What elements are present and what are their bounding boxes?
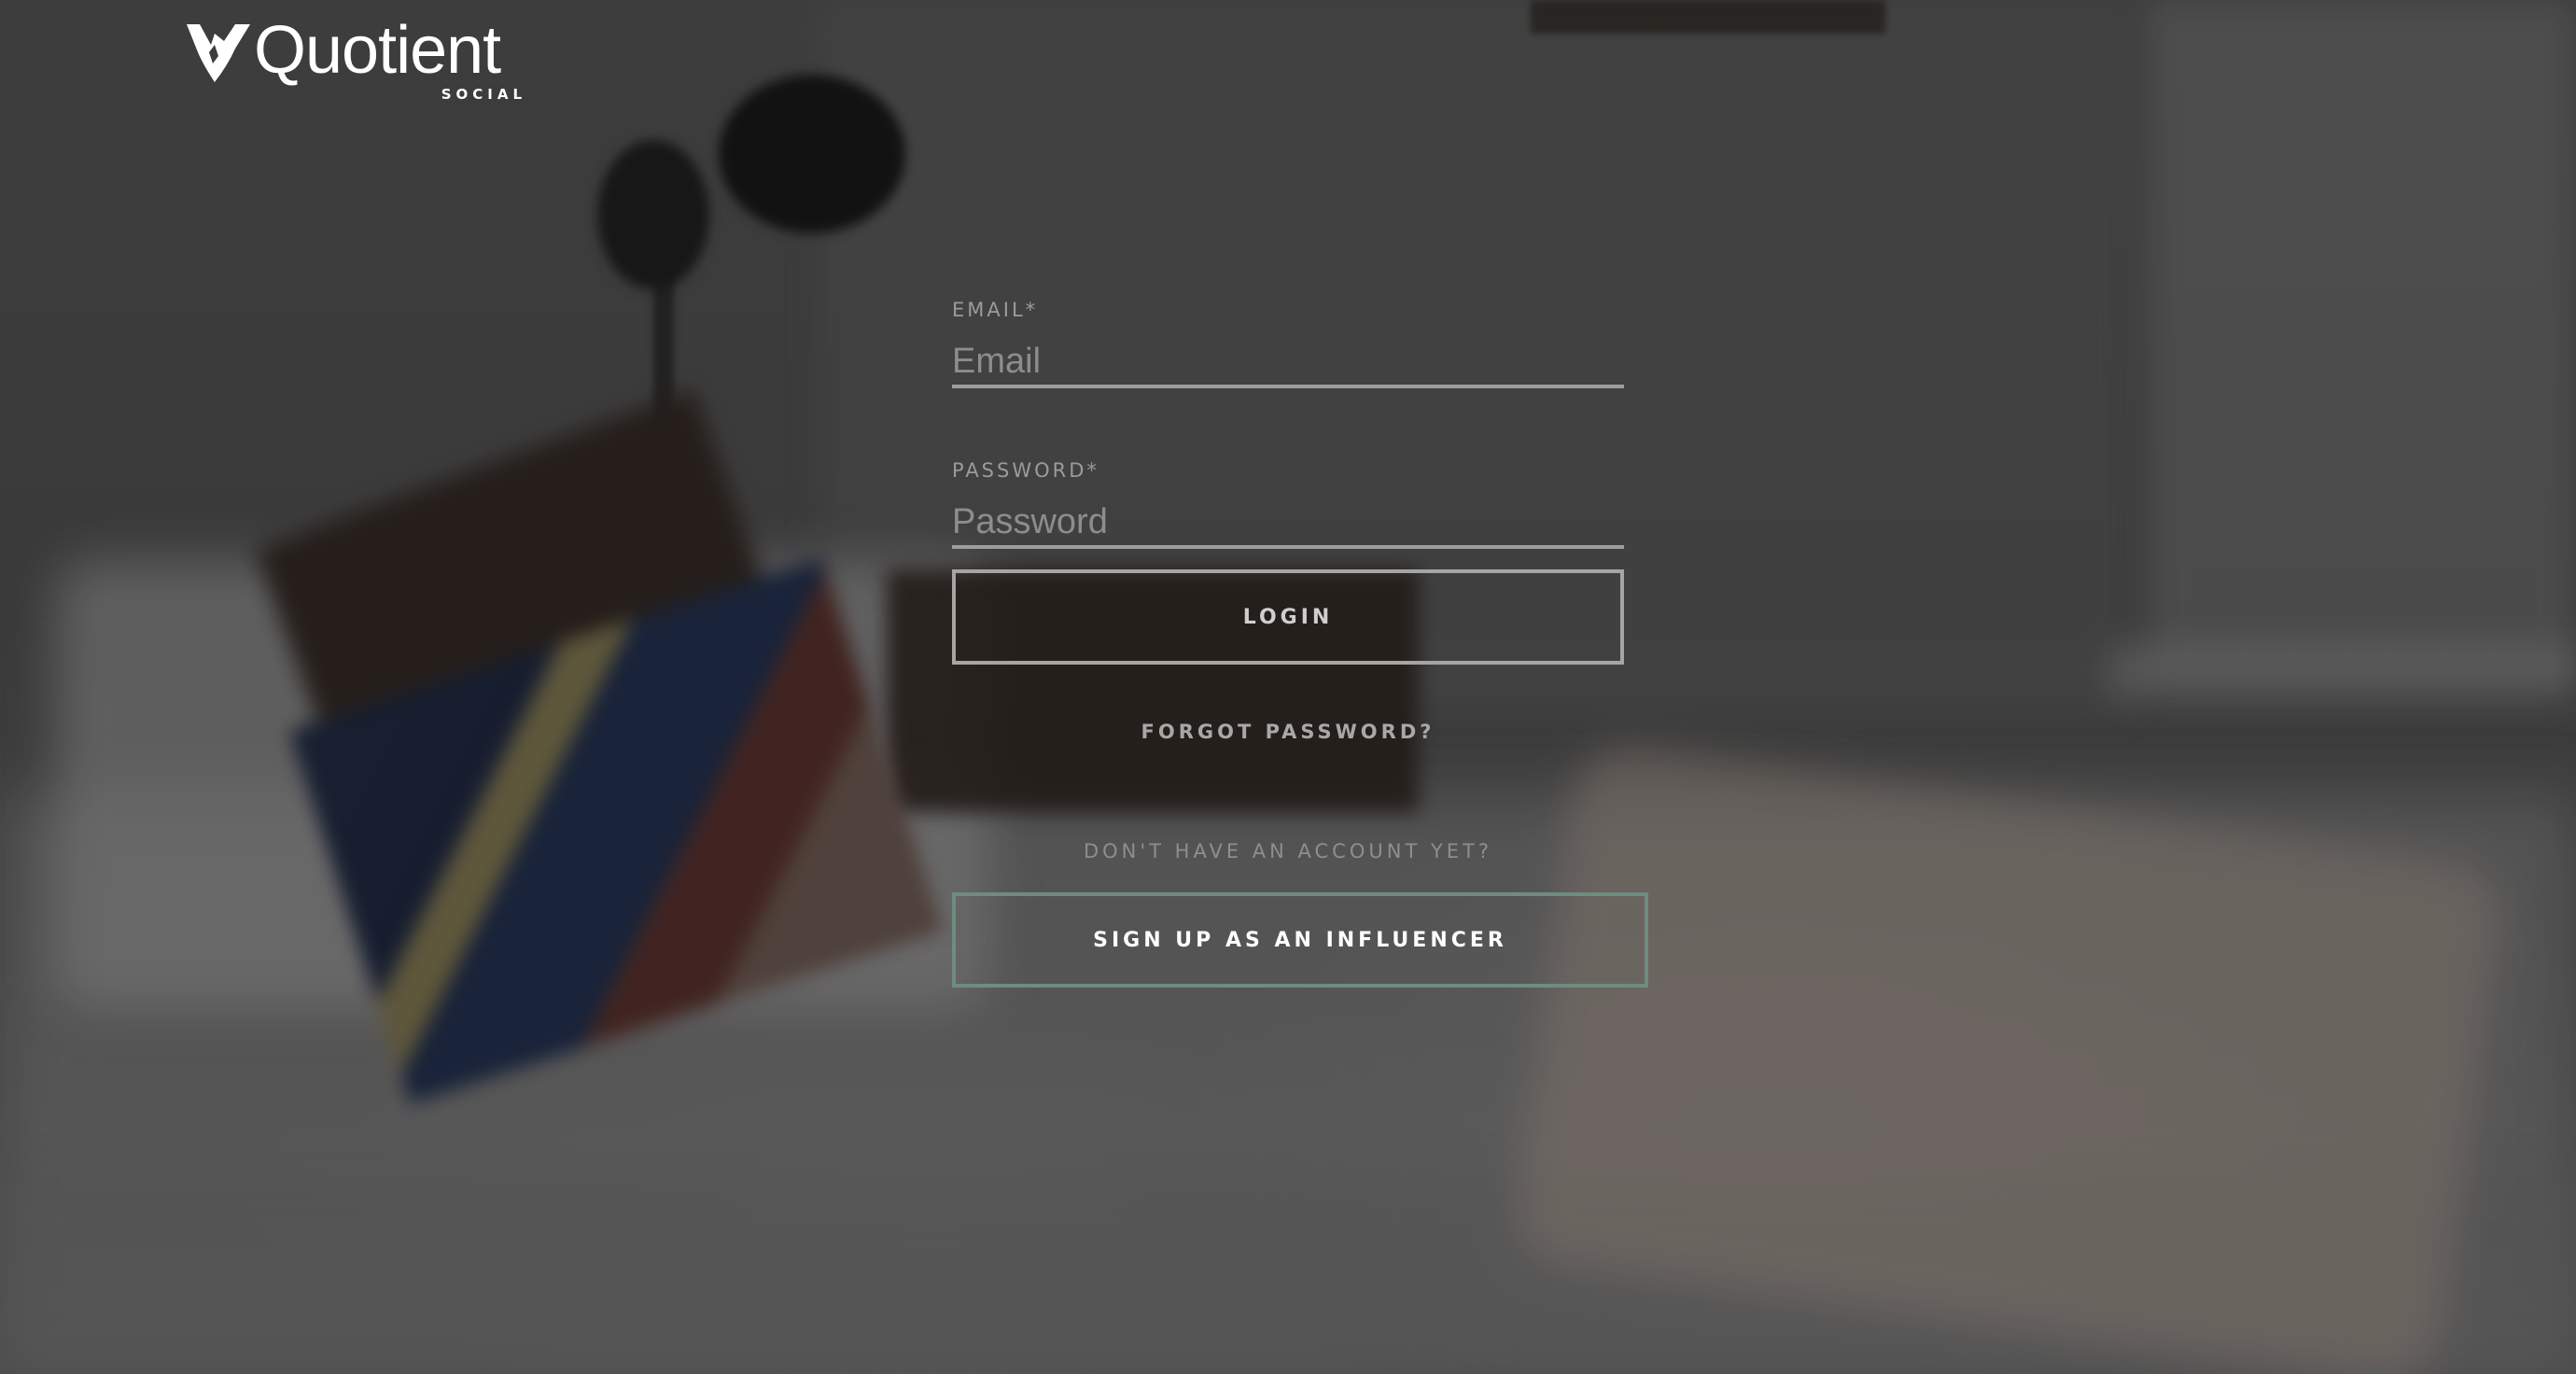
- signup-influencer-button[interactable]: SIGN UP AS AN INFLUENCER: [952, 892, 1648, 988]
- brand-logo[interactable]: Quotient SOCIAL: [187, 13, 532, 105]
- forgot-password-link[interactable]: FORGOT PASSWORD?: [952, 721, 1624, 743]
- email-label: EMAIL*: [952, 299, 1039, 321]
- login-page: Quotient SOCIAL EMAIL* PASSWORD* LOGIN F…: [0, 0, 2576, 1374]
- password-field-group: PASSWORD*: [952, 459, 1650, 549]
- brand-name: Quotient: [254, 13, 501, 88]
- password-input[interactable]: [952, 498, 1624, 549]
- shield-check-icon: [187, 24, 250, 82]
- email-input[interactable]: [952, 338, 1624, 388]
- no-account-text: DON'T HAVE AN ACCOUNT YET?: [1083, 840, 1493, 862]
- password-label: PASSWORD*: [952, 459, 1099, 482]
- login-form: EMAIL* PASSWORD* LOGIN FORGOT PASSWORD? …: [952, 299, 1650, 988]
- brand-subtitle: SOCIAL: [441, 86, 526, 103]
- login-button[interactable]: LOGIN: [952, 569, 1624, 665]
- email-field-group: EMAIL*: [952, 299, 1650, 388]
